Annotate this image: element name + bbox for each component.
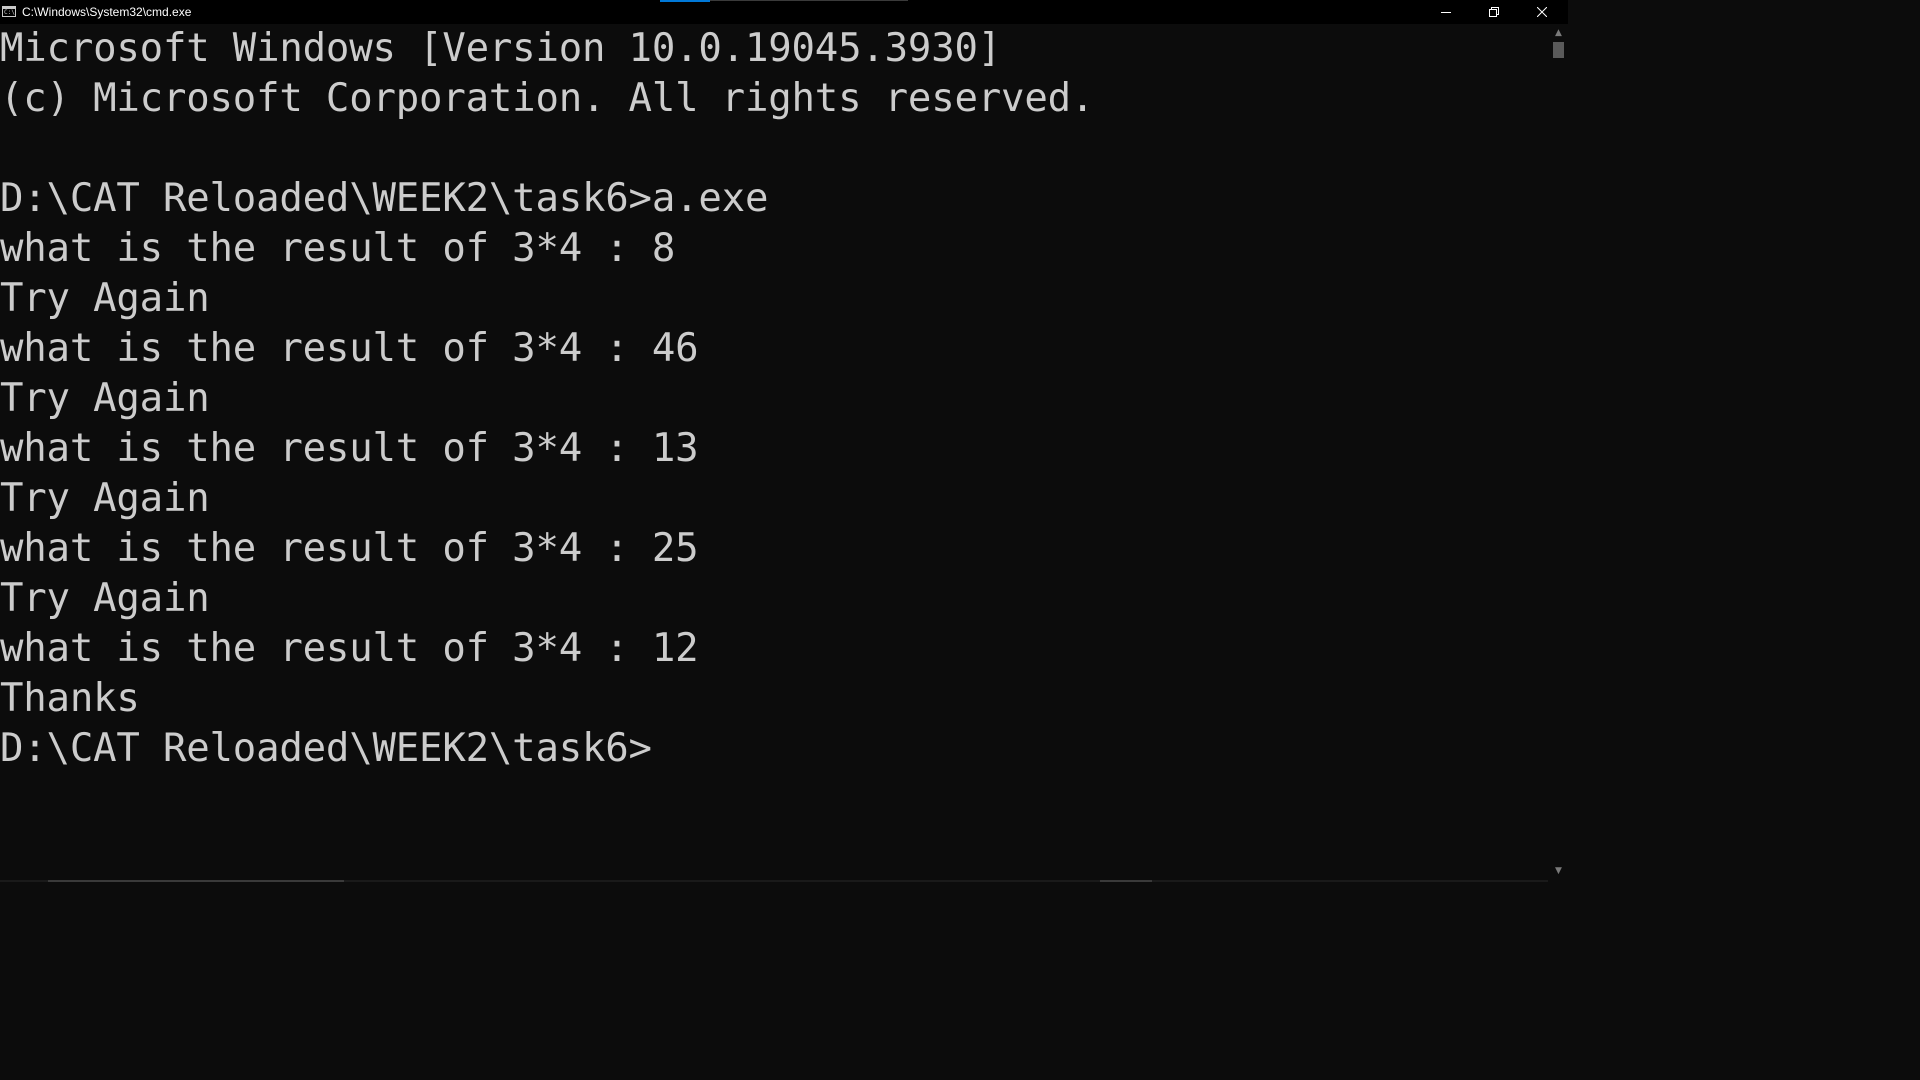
horizontal-scrollbar-segment <box>1100 880 1152 882</box>
console-line: what is the result of 3*4 : 12 <box>0 626 699 671</box>
console-line: Try Again <box>0 276 210 321</box>
cmd-window: C:\ C:\Windows\System32\cmd.exe Microsof… <box>0 0 1568 882</box>
scroll-down-arrow-icon[interactable]: ▼ <box>1549 864 1568 878</box>
console-line: (c) Microsoft Corporation. All rights re… <box>0 76 1095 121</box>
console-prompt[interactable]: D:\CAT Reloaded\WEEK2\task6> <box>0 724 652 774</box>
cmd-icon[interactable]: C:\ <box>2 6 16 17</box>
console-line: what is the result of 3*4 : 46 <box>0 326 699 371</box>
title-bar[interactable]: C:\ C:\Windows\System32\cmd.exe <box>0 0 1568 24</box>
close-button[interactable] <box>1518 0 1566 24</box>
close-icon <box>1537 7 1547 17</box>
scroll-up-arrow-icon[interactable]: ▲ <box>1549 26 1568 40</box>
minimize-button[interactable] <box>1422 0 1470 24</box>
restore-button[interactable] <box>1470 0 1518 24</box>
horizontal-scrollbar-thumb[interactable] <box>48 880 344 882</box>
minimize-icon <box>1441 12 1451 13</box>
console-line: Try Again <box>0 476 210 521</box>
console-line: what is the result of 3*4 : 8 <box>0 226 676 271</box>
console-line: Try Again <box>0 376 210 421</box>
restore-icon <box>1489 7 1499 17</box>
scrollbar-thumb[interactable] <box>1553 42 1564 58</box>
console-line: Try Again <box>0 576 210 621</box>
console-output[interactable]: Microsoft Windows [Version 10.0.19045.39… <box>0 24 1548 880</box>
console-line: what is the result of 3*4 : 25 <box>0 526 699 571</box>
console-line: D:\CAT Reloaded\WEEK2\task6>a.exe <box>0 176 769 221</box>
window-title: C:\Windows\System32\cmd.exe <box>22 5 192 19</box>
console-line: Thanks <box>0 676 140 721</box>
title-accent-bar-dim <box>710 0 908 1</box>
vertical-scrollbar[interactable]: ▲ ▼ <box>1549 24 1568 880</box>
title-accent-bar <box>660 0 710 2</box>
console-line: what is the result of 3*4 : 13 <box>0 426 699 471</box>
horizontal-scrollbar[interactable] <box>0 880 1548 882</box>
console-line: Microsoft Windows [Version 10.0.19045.39… <box>0 26 1002 71</box>
